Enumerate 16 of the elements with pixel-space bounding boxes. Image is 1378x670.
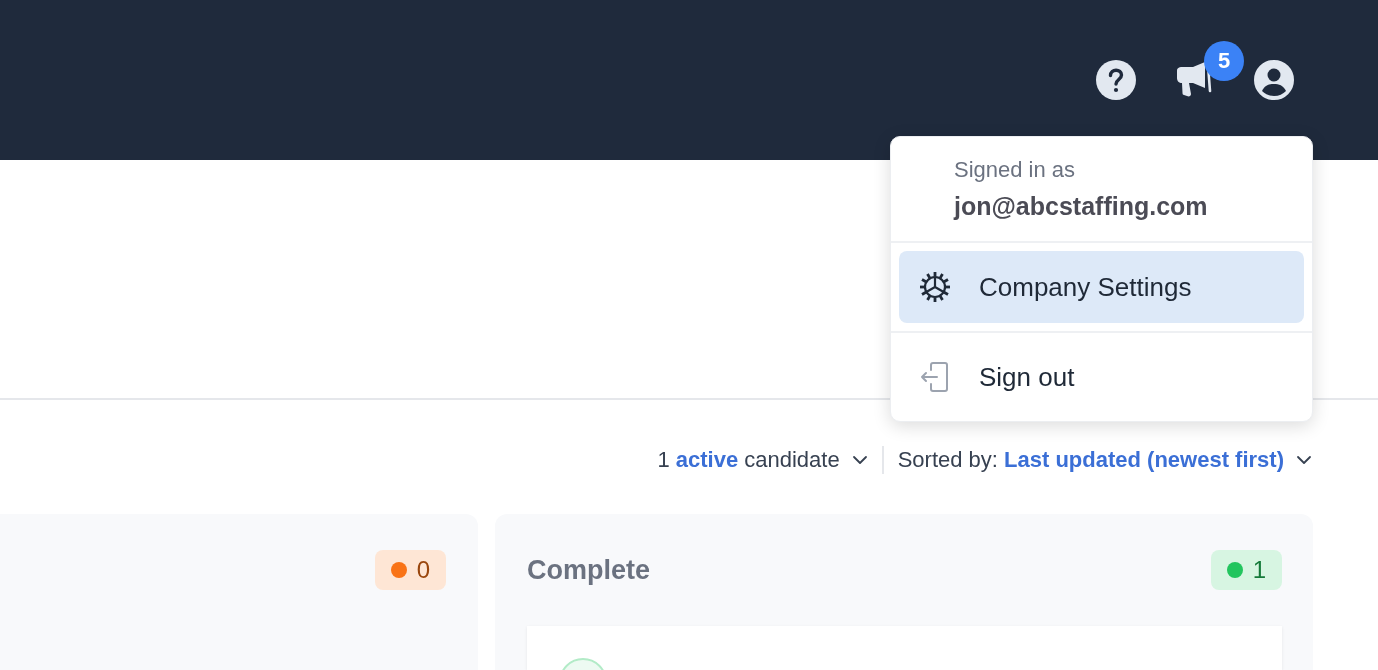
chevron-down-icon: [851, 455, 868, 465]
chevron-down-icon: [1296, 455, 1312, 465]
count-badge: 0: [374, 550, 446, 590]
column-title: Complete: [527, 554, 651, 586]
settings-icon: [919, 271, 951, 303]
account-email: jon@abcstaffing.com: [954, 191, 1209, 222]
menu-item[interactable]: Company Settings: [899, 251, 1304, 323]
help-icon[interactable]: [1096, 60, 1136, 100]
signed-in-caption: Signed in as: [954, 156, 1077, 184]
count-badge: 1: [1210, 550, 1282, 590]
candidate-filter-dropdown[interactable]: 1 active candidate: [657, 447, 868, 473]
sort-dropdown[interactable]: Sorted by: Last updated (newest first): [897, 447, 1312, 473]
notification-badge: 5: [1204, 41, 1244, 81]
sign-out-item[interactable]: Sign out: [899, 341, 1304, 413]
sign-out-icon: [919, 361, 951, 393]
user-icon[interactable]: [1254, 60, 1294, 100]
